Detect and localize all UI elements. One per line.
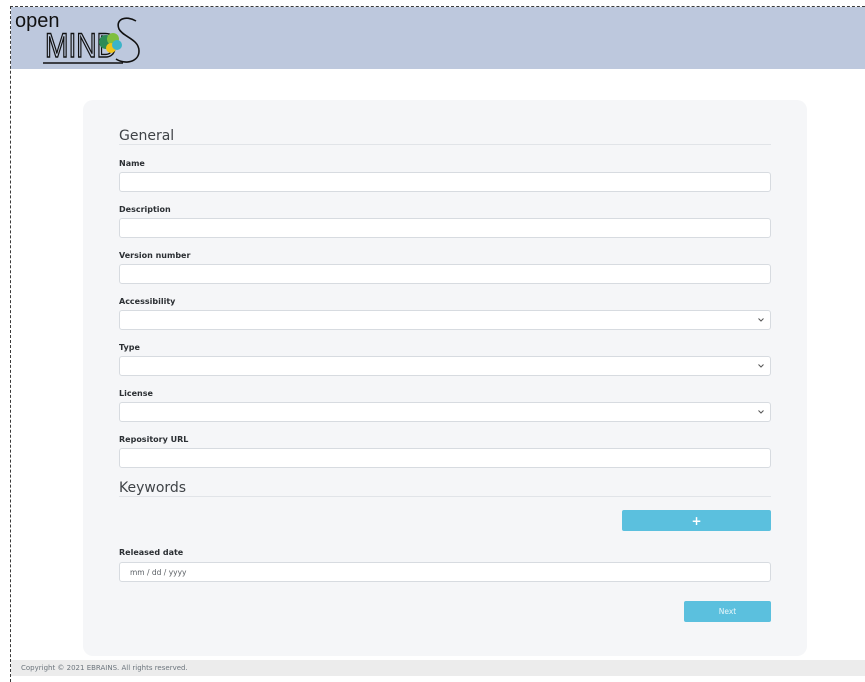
type-label: Type <box>119 343 140 352</box>
site-footer: Copyright © 2021 EBRAINS. All rights res… <box>11 660 865 676</box>
version-number-field[interactable] <box>119 264 771 284</box>
repository-url-label: Repository URL <box>119 435 189 444</box>
add-keyword-button[interactable]: + <box>622 510 771 531</box>
chevron-down-icon <box>758 410 764 414</box>
description-label: Description <box>119 205 171 214</box>
section-divider <box>119 496 771 497</box>
version-number-label: Version number <box>119 251 191 260</box>
license-label: License <box>119 389 153 398</box>
name-field[interactable] <box>119 172 771 192</box>
license-select[interactable] <box>119 402 771 422</box>
logo-s-curve <box>115 17 140 63</box>
section-title-general: General <box>119 128 175 144</box>
released-date-label: Released date <box>119 548 184 557</box>
description-field[interactable] <box>119 218 771 238</box>
chevron-down-icon <box>758 318 764 322</box>
form-card: General Name Description Version number … <box>83 100 807 656</box>
next-button[interactable]: Next <box>684 601 771 622</box>
site-header: open MIND <box>11 7 865 69</box>
repository-url-field[interactable] <box>119 448 771 468</box>
name-label: Name <box>119 159 145 168</box>
accessibility-select[interactable] <box>119 310 771 330</box>
released-date-field[interactable]: mm / dd / yyyy <box>119 562 771 582</box>
openminds-logo[interactable]: open MIND <box>13 7 143 69</box>
accessibility-label: Accessibility <box>119 297 176 306</box>
date-placeholder: mm / dd / yyyy <box>130 568 187 577</box>
type-select[interactable] <box>119 356 771 376</box>
section-divider <box>119 144 771 145</box>
section-title-keywords: Keywords <box>119 480 187 496</box>
chevron-down-icon <box>758 364 764 368</box>
copyright-text: Copyright © 2021 EBRAINS. All rights res… <box>21 664 188 672</box>
